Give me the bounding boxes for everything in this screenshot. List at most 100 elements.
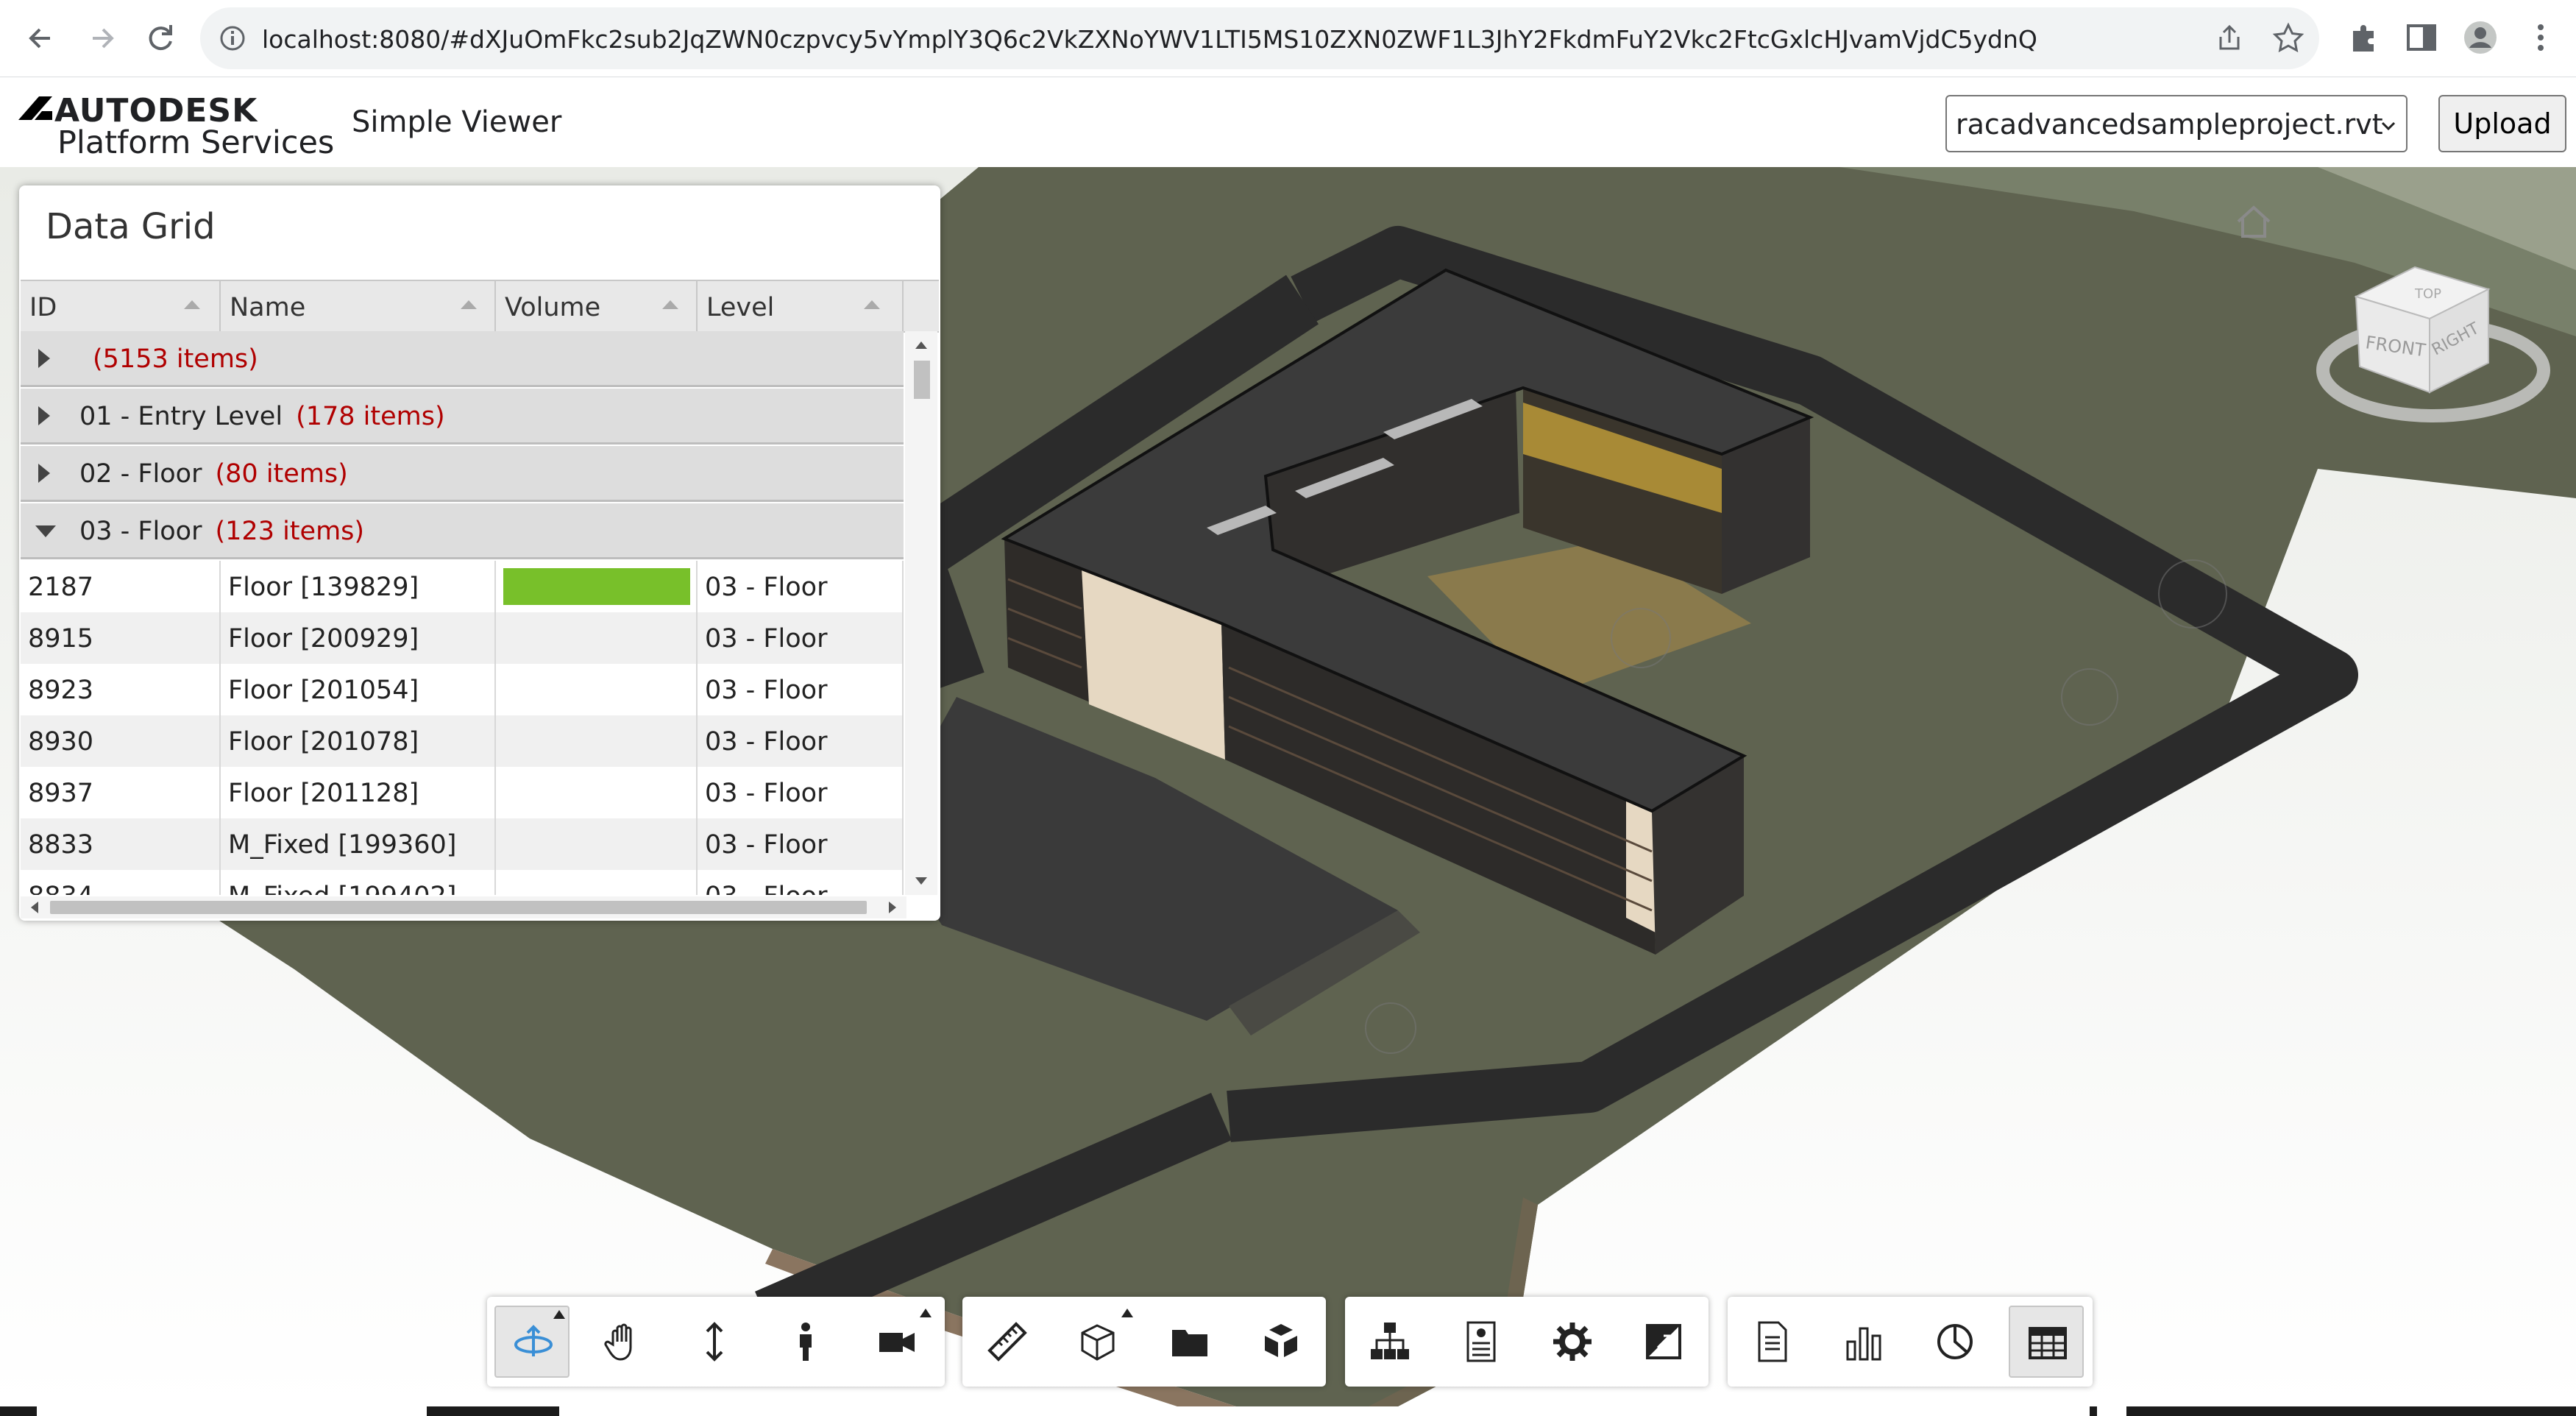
cell-level[interactable]: 03 - Floor	[698, 612, 904, 664]
bookmark-star-icon[interactable]	[2272, 22, 2304, 54]
cell-volume[interactable]	[496, 767, 698, 818]
cell-id[interactable]: 8923	[21, 664, 221, 715]
cell-name[interactable]: Floor [201128]	[221, 767, 496, 818]
sort-arrow-icon[interactable]	[662, 300, 678, 309]
cell-name[interactable]: M_Fixed [199402]	[221, 870, 496, 895]
cell-level[interactable]: 03 - Floor	[698, 561, 904, 612]
scroll-down-icon[interactable]	[905, 870, 937, 892]
pan-button[interactable]	[586, 1306, 661, 1378]
settings-button[interactable]	[1535, 1306, 1610, 1378]
sort-arrow-icon[interactable]	[184, 300, 200, 309]
column-header-id[interactable]: ID	[21, 281, 221, 331]
measure-button[interactable]	[970, 1306, 1045, 1378]
extensions-icon[interactable]	[2346, 19, 2382, 56]
group-row[interactable]: (5153 items)	[21, 331, 904, 387]
url-text[interactable]: localhost:8080/#dXJuOmFkc2sub2JqZWN0czpv…	[262, 25, 2037, 54]
forward-button[interactable]	[78, 15, 125, 62]
reload-button[interactable]	[137, 15, 184, 62]
camera-button[interactable]	[859, 1306, 934, 1378]
browser-menu-icon[interactable]	[2522, 19, 2559, 56]
dolly-button[interactable]	[677, 1306, 752, 1378]
column-header-volume[interactable]: Volume	[496, 281, 698, 331]
side-panel-icon[interactable]	[2403, 19, 2440, 56]
data-grid-panel[interactable]: Data Grid ID Name Volume Level (5153 ite…	[19, 185, 940, 921]
fullscreen-button[interactable]	[1626, 1306, 1701, 1378]
sort-arrow-icon[interactable]	[864, 300, 880, 309]
section-button[interactable]	[1061, 1306, 1136, 1378]
table-row[interactable]: 2187 Floor [139829] 03 - Floor	[21, 561, 904, 612]
pie-chart-button[interactable]	[1917, 1306, 1993, 1378]
document-button[interactable]	[1735, 1306, 1810, 1378]
cell-volume[interactable]	[496, 715, 698, 767]
horizontal-scrollbar[interactable]	[21, 896, 906, 918]
upload-button[interactable]: Upload	[2438, 95, 2566, 152]
grid-body[interactable]: (5153 items) 01 - Entry Level (178 items)…	[21, 331, 904, 895]
expand-icon[interactable]	[38, 464, 50, 483]
cell-level[interactable]: 03 - Floor	[698, 870, 904, 895]
cell-id[interactable]: 8915	[21, 612, 221, 664]
table-row[interactable]: 8915 Floor [200929] 03 - Floor	[21, 612, 904, 664]
scrollbar-thumb[interactable]	[914, 361, 930, 399]
sort-arrow-icon[interactable]	[461, 300, 477, 309]
table-row[interactable]: 8930 Floor [201078] 03 - Floor	[21, 715, 904, 767]
home-view-icon[interactable]	[2232, 201, 2275, 244]
explode-button[interactable]	[1243, 1306, 1319, 1378]
cell-level[interactable]: 03 - Floor	[698, 767, 904, 818]
model-select[interactable]: racadvancedsampleproject.rvt	[1945, 95, 2408, 152]
vertical-scrollbar[interactable]	[905, 331, 937, 895]
group-row[interactable]: 03 - Floor (123 items)	[21, 503, 904, 559]
expand-icon[interactable]	[38, 349, 50, 368]
cell-id[interactable]: 8833	[21, 818, 221, 870]
back-button[interactable]	[18, 15, 65, 62]
viewcube-top-label: TOP	[2414, 286, 2441, 302]
data-grid-button[interactable]	[2009, 1306, 2084, 1378]
cell-id[interactable]: 8937	[21, 767, 221, 818]
properties-button[interactable]	[1444, 1306, 1519, 1378]
structure-button[interactable]	[1352, 1306, 1427, 1378]
cell-level[interactable]: 03 - Floor	[698, 715, 904, 767]
cell-volume[interactable]	[496, 664, 698, 715]
autodesk-mark-icon	[18, 96, 52, 120]
profile-avatar-icon[interactable]	[2462, 19, 2499, 56]
model-browser-button[interactable]	[1152, 1306, 1227, 1378]
explode-icon	[1265, 1324, 1297, 1357]
site-info-icon[interactable]	[216, 22, 249, 54]
table-row[interactable]: 8833 M_Fixed [199360] 03 - Floor	[21, 818, 904, 870]
table-row[interactable]: 8923 Floor [201054] 03 - Floor	[21, 664, 904, 715]
share-icon[interactable]	[2213, 22, 2246, 54]
expand-icon[interactable]	[38, 406, 50, 425]
cell-volume[interactable]	[496, 870, 698, 895]
bar-chart-button[interactable]	[1826, 1306, 1901, 1378]
column-header-level[interactable]: Level	[698, 281, 904, 331]
cell-level[interactable]: 03 - Floor	[698, 818, 904, 870]
group-row[interactable]: 01 - Entry Level (178 items)	[21, 389, 904, 445]
cell-id[interactable]: 2187	[21, 561, 221, 612]
scroll-right-icon[interactable]	[881, 896, 904, 918]
cell-volume[interactable]	[496, 612, 698, 664]
cell-name[interactable]: Floor [201078]	[221, 715, 496, 767]
scrollbar-thumb[interactable]	[50, 901, 867, 914]
table-row[interactable]: 8834 M_Fixed [199402] 03 - Floor	[21, 870, 904, 895]
model-select-value[interactable]: racadvancedsampleproject.rvt	[1956, 108, 2383, 141]
cell-id[interactable]: 8930	[21, 715, 221, 767]
group-count: (123 items)	[215, 517, 365, 546]
table-row[interactable]: 8937 Floor [201128] 03 - Floor	[21, 767, 904, 818]
cell-id[interactable]: 8834	[21, 870, 221, 895]
cell-volume[interactable]	[496, 818, 698, 870]
cell-name[interactable]: Floor [139829]	[221, 561, 496, 612]
orbit-button[interactable]	[494, 1306, 570, 1378]
cell-name[interactable]: Floor [201054]	[221, 664, 496, 715]
viewcube[interactable]: TOP FRONT RIGHT	[2304, 238, 2562, 436]
address-bar[interactable]: localhost:8080/#dXJuOmFkc2sub2JqZWN0czpv…	[200, 7, 2319, 69]
document-icon	[1758, 1321, 1787, 1362]
first-person-button[interactable]	[768, 1306, 843, 1378]
cell-name[interactable]: Floor [200929]	[221, 612, 496, 664]
cell-volume[interactable]	[496, 561, 698, 612]
collapse-icon[interactable]	[35, 525, 56, 537]
scroll-left-icon[interactable]	[24, 896, 46, 918]
column-header-name[interactable]: Name	[221, 281, 496, 331]
cell-name[interactable]: M_Fixed [199360]	[221, 818, 496, 870]
cell-level[interactable]: 03 - Floor	[698, 664, 904, 715]
scroll-up-icon[interactable]	[905, 334, 937, 356]
group-row[interactable]: 02 - Floor (80 items)	[21, 446, 904, 502]
